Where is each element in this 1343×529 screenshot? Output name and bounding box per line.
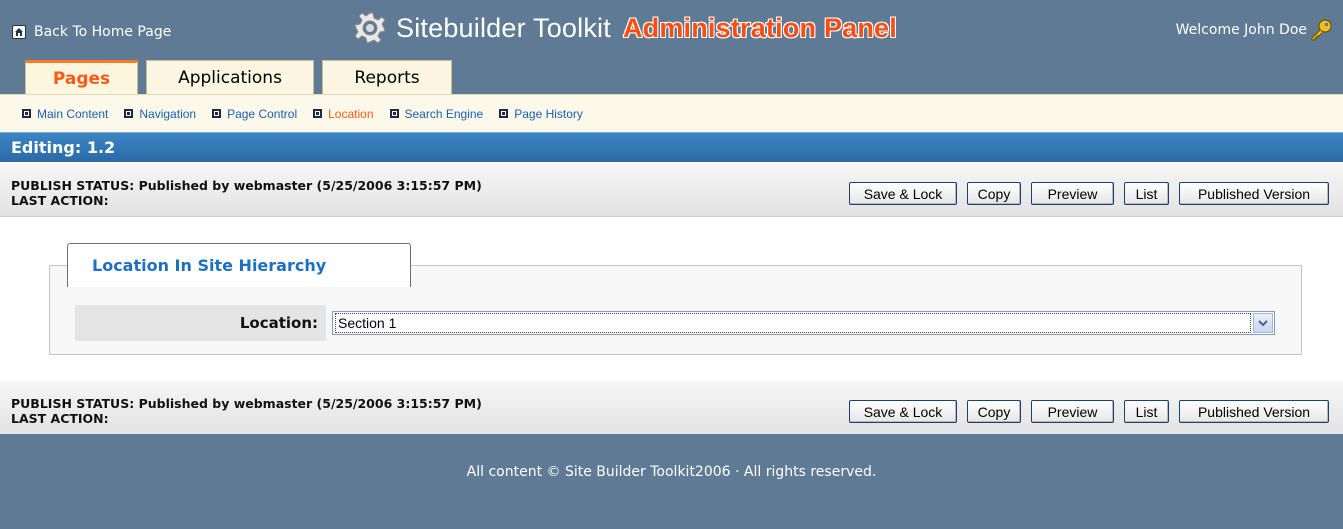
bullet-icon: [389, 109, 399, 118]
status-info: PUBLISH STATUS: Published by webmaster (…: [11, 396, 482, 426]
location-hierarchy-tab: Location In Site Hierarchy: [67, 243, 411, 287]
brand-panel-title: Administration Panel: [622, 12, 897, 43]
location-hierarchy-title: Location In Site Hierarchy: [92, 256, 327, 275]
publish-status-text: PUBLISH STATUS: Published by webmaster (…: [11, 178, 482, 193]
subnav-label: Main Content: [37, 106, 109, 121]
brand-name: Sitebuilder Toolkit: [396, 12, 611, 43]
tab-reports[interactable]: Reports: [322, 60, 452, 95]
footer: All content © Site Builder Toolkit2006 ·…: [0, 434, 1343, 529]
location-row: Location: Section 1: [75, 305, 1280, 341]
list-button[interactable]: List: [1124, 400, 1169, 423]
subnav-label: Navigation: [139, 106, 197, 121]
back-to-home-link[interactable]: Back To Home Page: [12, 22, 171, 42]
key-icon[interactable]: [1309, 18, 1333, 42]
bullet-icon: [313, 109, 323, 118]
brand-title: Sitebuilder Toolkit Administration Panel: [352, 8, 897, 48]
subnav-label: Page History: [514, 106, 583, 121]
tab-applications[interactable]: Applications: [146, 60, 314, 95]
publish-status-bar-top: PUBLISH STATUS: Published by webmaster (…: [0, 162, 1343, 217]
back-to-home-label: Back To Home Page: [34, 24, 172, 40]
published-version-button[interactable]: Published Version: [1179, 400, 1329, 423]
subnav-location[interactable]: Location: [313, 106, 374, 121]
bullet-icon: [212, 109, 222, 118]
list-button[interactable]: List: [1124, 182, 1169, 205]
publish-status-bar-bottom: PUBLISH STATUS: Published by webmaster (…: [0, 380, 1343, 435]
subnav-page-history[interactable]: Page History: [499, 107, 583, 121]
tab-pages[interactable]: Pages: [25, 60, 138, 95]
status-info: PUBLISH STATUS: Published by webmaster (…: [11, 178, 482, 208]
welcome-text: Welcome John Doe: [1175, 22, 1307, 38]
publish-status-text: PUBLISH STATUS: Published by webmaster (…: [11, 396, 482, 411]
last-action-text: LAST ACTION:: [11, 411, 109, 426]
sub-navigation: Main Content Navigation Page Control Loc…: [0, 94, 1343, 132]
chevron-down-icon[interactable]: [1253, 313, 1273, 333]
save-lock-button[interactable]: Save & Lock: [849, 400, 957, 423]
footer-copyright: All content © Site Builder Toolkit2006 ·…: [466, 464, 877, 480]
subnav-label: Search Engine: [404, 106, 484, 121]
preview-button[interactable]: Preview: [1031, 400, 1114, 423]
preview-button[interactable]: Preview: [1031, 182, 1114, 205]
location-label: Location:: [75, 305, 326, 341]
subnav-page-control[interactable]: Page Control: [212, 107, 297, 121]
copy-button[interactable]: Copy: [967, 400, 1021, 423]
published-version-button[interactable]: Published Version: [1179, 182, 1329, 205]
bullet-icon: [124, 109, 134, 118]
subnav-navigation[interactable]: Navigation: [124, 107, 196, 121]
bullet-icon: [22, 109, 31, 118]
location-select[interactable]: Section 1: [332, 311, 1275, 335]
save-lock-button[interactable]: Save & Lock: [849, 182, 957, 205]
gear-icon: [352, 10, 388, 46]
subnav-search-engine[interactable]: Search Engine: [389, 106, 484, 121]
home-icon: [12, 25, 26, 39]
welcome-user: Welcome John Doe: [1175, 18, 1333, 42]
action-buttons: Save & Lock Copy Preview List Published …: [849, 400, 1329, 423]
subnav-main-content[interactable]: Main Content: [22, 107, 108, 121]
subnav-label: Page Control: [227, 106, 298, 121]
editing-title-bar: Editing: 1.2: [0, 132, 1343, 162]
subnav-label: Location: [328, 106, 374, 121]
header-bar: Back To Home Page Sitebuilder Toolkit Ad…: [0, 0, 1343, 95]
last-action-text: LAST ACTION:: [11, 193, 109, 208]
location-selected-value: Section 1: [335, 313, 1251, 333]
editing-label: Editing: 1.2: [11, 138, 116, 157]
copy-button[interactable]: Copy: [967, 182, 1021, 205]
action-buttons: Save & Lock Copy Preview List Published …: [849, 182, 1329, 205]
bullet-icon: [499, 109, 509, 118]
main-tabs: Pages Applications Reports: [25, 60, 460, 95]
